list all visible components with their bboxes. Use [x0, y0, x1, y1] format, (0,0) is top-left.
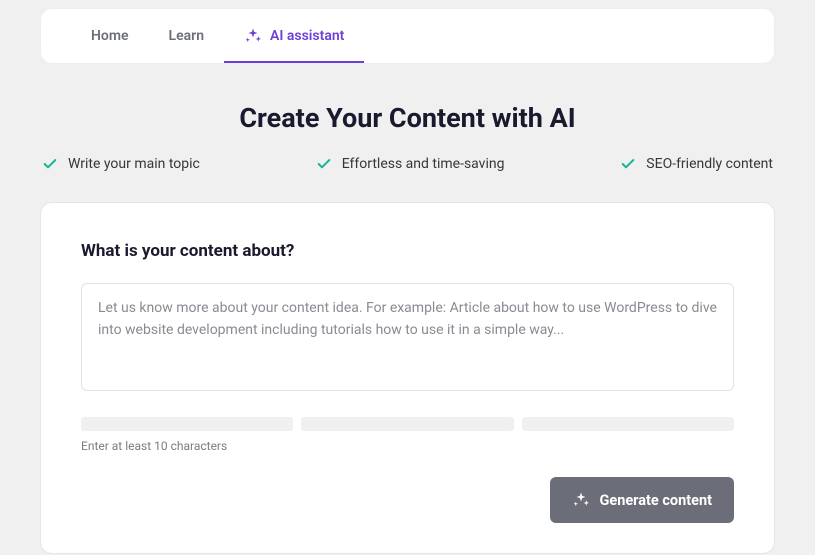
prompt-label: What is your content about? [81, 241, 734, 261]
feature-item: Write your main topic [42, 156, 200, 172]
content-form-card: What is your content about? Enter at lea… [40, 202, 775, 554]
character-hint: Enter at least 10 characters [81, 439, 734, 453]
tab-label: Learn [169, 28, 204, 44]
skeleton-bar [522, 417, 734, 431]
check-icon [316, 156, 332, 172]
suggestion-placeholders [81, 417, 734, 431]
skeleton-bar [301, 417, 513, 431]
check-icon [42, 156, 58, 172]
feature-text: SEO-friendly content [646, 156, 773, 172]
tab-label: Home [91, 28, 129, 44]
generate-content-button[interactable]: Generate content [550, 477, 735, 523]
feature-text: Write your main topic [68, 156, 200, 172]
feature-text: Effortless and time-saving [342, 156, 505, 172]
sparkles-icon [244, 27, 262, 45]
tab-ai-assistant[interactable]: AI assistant [224, 9, 364, 63]
check-icon [620, 156, 636, 172]
tab-label: AI assistant [270, 28, 344, 44]
page-title: Create Your Content with AI [40, 102, 775, 134]
feature-list: Write your main topic Effortless and tim… [40, 156, 775, 172]
content-idea-input[interactable] [81, 283, 734, 391]
tab-learn[interactable]: Learn [149, 10, 224, 62]
skeleton-bar [81, 417, 293, 431]
form-actions: Generate content [81, 477, 734, 523]
sparkles-icon [572, 491, 590, 509]
feature-item: Effortless and time-saving [316, 156, 505, 172]
button-label: Generate content [600, 492, 713, 509]
tab-home[interactable]: Home [71, 10, 149, 62]
tab-bar: Home Learn AI assistant [40, 8, 775, 64]
feature-item: SEO-friendly content [620, 156, 773, 172]
